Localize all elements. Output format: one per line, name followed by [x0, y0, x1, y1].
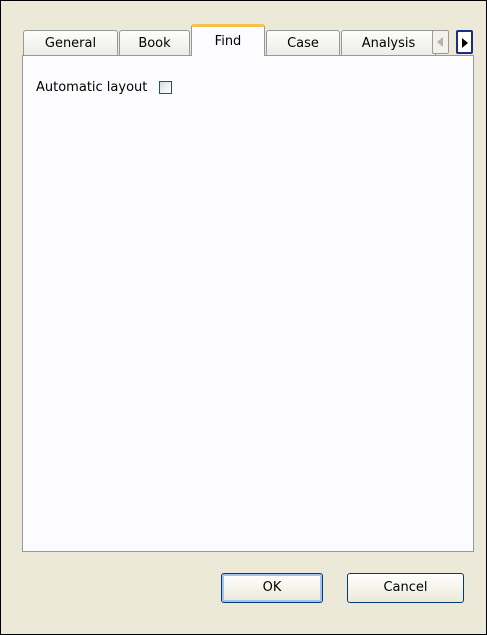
tab-find[interactable]: Find — [191, 24, 265, 56]
chevron-left-icon — [437, 37, 443, 47]
tab-analysis[interactable]: Analysis — [341, 30, 436, 56]
tab-case-label: Case — [287, 36, 319, 51]
automatic-layout-row: Automatic layout — [36, 78, 173, 96]
tab-scroll-left-button[interactable] — [432, 30, 449, 54]
cancel-button[interactable]: Cancel — [347, 573, 464, 603]
dialog-window: General Book Find Case Analysis Automati… — [0, 0, 487, 635]
tab-find-label: Find — [214, 34, 242, 49]
automatic-layout-checkbox[interactable] — [159, 80, 173, 94]
automatic-layout-label: Automatic layout — [36, 79, 148, 95]
tab-case[interactable]: Case — [266, 30, 340, 56]
ok-button[interactable]: OK — [221, 573, 323, 603]
tab-scroll-right-button[interactable] — [456, 30, 473, 54]
tab-book[interactable]: Book — [119, 30, 190, 56]
tab-general-label: General — [44, 36, 97, 51]
tab-general[interactable]: General — [23, 30, 118, 56]
tab-book-label: Book — [138, 36, 171, 51]
tab-analysis-label: Analysis — [361, 36, 416, 51]
tab-panel-find: Automatic layout — [22, 55, 474, 552]
chevron-right-icon — [462, 38, 468, 48]
tab-strip: General Book Find Case Analysis — [23, 22, 483, 56]
